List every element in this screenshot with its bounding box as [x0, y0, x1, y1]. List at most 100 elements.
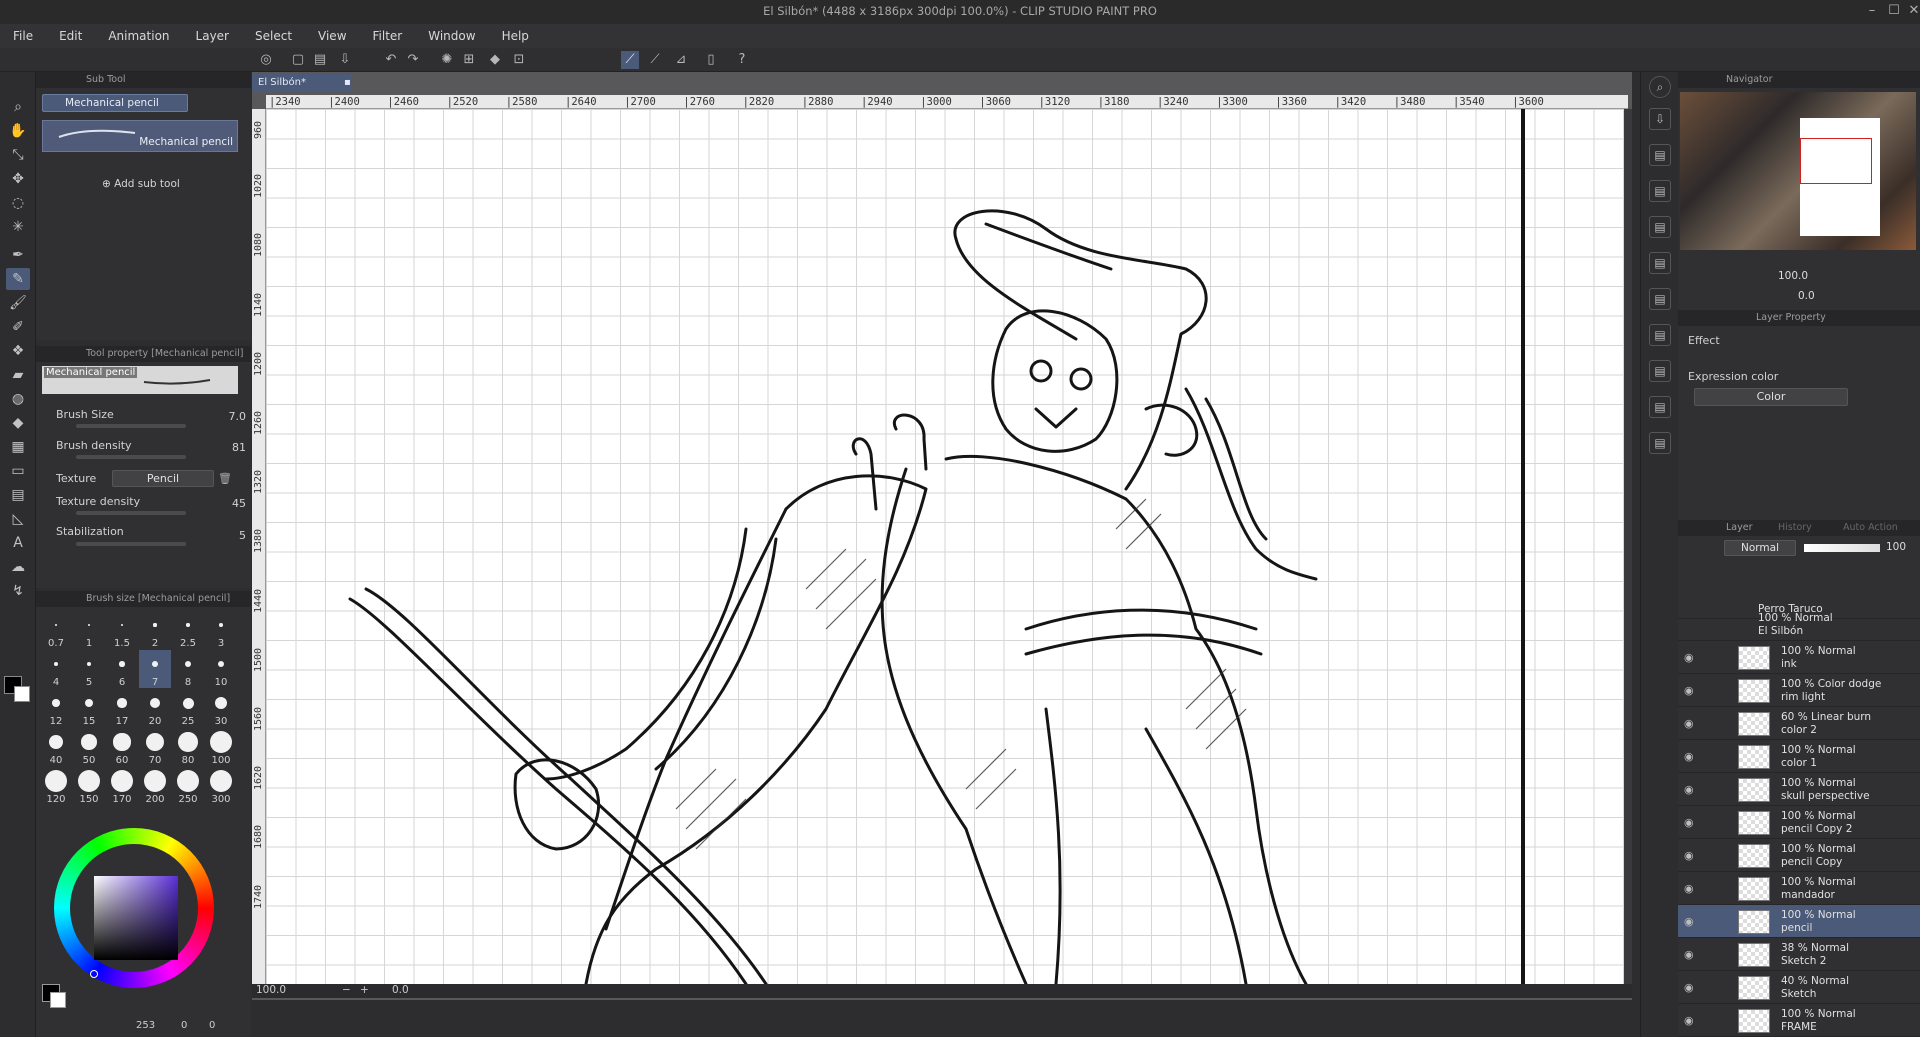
- new-file-icon[interactable]: ▢: [289, 51, 307, 69]
- brush-density-value[interactable]: 81: [186, 441, 246, 454]
- brush-size-150[interactable]: 150: [73, 767, 105, 805]
- opacity-slider[interactable]: [1804, 544, 1880, 552]
- brush-size-250[interactable]: 250: [172, 767, 204, 805]
- snap-grid-icon[interactable]: ⊿: [672, 51, 690, 69]
- sub-tool-group-mechanical-pencil[interactable]: Mechanical pencil: [42, 94, 188, 112]
- material-icon-5[interactable]: ▤: [1649, 288, 1671, 310]
- operation-icon[interactable]: ⤡: [6, 144, 30, 166]
- brush-size-6[interactable]: 6: [106, 650, 138, 688]
- menu-layer[interactable]: Layer: [183, 29, 242, 43]
- sub-tool-preset[interactable]: Mechanical pencil: [42, 120, 238, 152]
- brush-size-170[interactable]: 170: [106, 767, 138, 805]
- decoration-icon[interactable]: ❖: [6, 340, 30, 362]
- layer-row[interactable]: ◉ 100 % Normal FRAME: [1678, 1004, 1920, 1037]
- menu-window[interactable]: Window: [415, 29, 488, 43]
- navigator-rotation[interactable]: 0.0: [1798, 290, 1815, 302]
- layer-row[interactable]: ◉ 38 % Normal Sketch 2: [1678, 938, 1920, 971]
- brush-size-60[interactable]: 60: [106, 728, 138, 766]
- layer-row[interactable]: ◉ 100 % Normal ink: [1678, 641, 1920, 674]
- material-icon-8[interactable]: ▤: [1649, 396, 1671, 418]
- material-icon-6[interactable]: ▤: [1649, 324, 1671, 346]
- pencil-icon[interactable]: ✎: [6, 268, 30, 290]
- navigator-view-rect[interactable]: [1800, 138, 1872, 184]
- expression-color-select[interactable]: Color: [1694, 388, 1848, 406]
- zoom-plus-icon[interactable]: +: [360, 984, 369, 996]
- minimize-button[interactable]: –: [1862, 2, 1882, 20]
- eye-icon[interactable]: ◉: [1684, 816, 1694, 829]
- menu-animation[interactable]: Animation: [95, 29, 182, 43]
- menu-select[interactable]: Select: [242, 29, 305, 43]
- loading-icon[interactable]: ✺: [438, 51, 456, 69]
- stabilization-value[interactable]: 5: [186, 529, 246, 542]
- material-icon[interactable]: ▤: [1649, 144, 1671, 166]
- lasso-icon[interactable]: ◌: [6, 192, 30, 214]
- eye-icon[interactable]: ◉: [1684, 651, 1694, 664]
- frame-border-icon[interactable]: ▤: [6, 484, 30, 506]
- sub-color-swatch-small[interactable]: [50, 992, 66, 1008]
- texture-density-value[interactable]: 45: [186, 497, 246, 510]
- clip-studio-icon[interactable]: ◎: [257, 51, 275, 69]
- layer-row[interactable]: ◉ 100 % Normal mandador: [1678, 872, 1920, 905]
- menu-edit[interactable]: Edit: [46, 29, 95, 43]
- move-layer-icon[interactable]: ✥: [6, 168, 30, 190]
- material-icon-2[interactable]: ▤: [1649, 180, 1671, 202]
- menu-help[interactable]: Help: [489, 29, 542, 43]
- eye-icon[interactable]: ◉: [1684, 981, 1694, 994]
- stabilization-slider[interactable]: [76, 542, 186, 546]
- eye-icon[interactable]: ◉: [1684, 948, 1694, 961]
- eye-icon[interactable]: ◉: [1684, 1014, 1694, 1027]
- gradient-icon[interactable]: ▦: [6, 436, 30, 458]
- navigator-preview[interactable]: [1680, 92, 1916, 250]
- download-icon[interactable]: ⇩: [1649, 108, 1671, 130]
- rotation-value[interactable]: 0.0: [392, 984, 409, 996]
- brush-size-1[interactable]: 1: [73, 611, 105, 649]
- zoom-value[interactable]: 100.0: [256, 984, 286, 996]
- tab-layer[interactable]: Layer: [1726, 520, 1753, 536]
- tab-history[interactable]: History: [1778, 520, 1812, 536]
- snap-ruler-icon[interactable]: ⟋: [621, 51, 639, 69]
- airbrush-icon[interactable]: ✐: [6, 316, 30, 338]
- document-tab[interactable]: El Silbón* ▪: [252, 74, 352, 92]
- brush-size-2-5[interactable]: 2.5: [172, 611, 204, 649]
- brush-size-8[interactable]: 8: [172, 650, 204, 688]
- zoom-icon[interactable]: ⌕: [6, 96, 30, 118]
- layer-row[interactable]: ◉ 40 % Normal Sketch: [1678, 971, 1920, 1004]
- brush-size-30[interactable]: 30: [205, 689, 237, 727]
- eye-icon[interactable]: ◉: [1684, 882, 1694, 895]
- saturation-value-square[interactable]: [94, 876, 178, 960]
- brush-size-12[interactable]: 12: [40, 689, 72, 727]
- brush-size-17[interactable]: 17: [106, 689, 138, 727]
- material-icon-9[interactable]: ▤: [1649, 432, 1671, 454]
- brush-size-4[interactable]: 4: [40, 650, 72, 688]
- texture-select[interactable]: Pencil: [112, 470, 214, 487]
- hand-icon[interactable]: ✋: [6, 120, 30, 142]
- eye-icon[interactable]: ◉: [1684, 849, 1694, 862]
- opacity-value[interactable]: 100: [1886, 541, 1906, 553]
- pen-icon[interactable]: ✒: [6, 244, 30, 266]
- brush-density-slider[interactable]: [76, 455, 186, 459]
- correct-line-icon[interactable]: ↯: [6, 580, 30, 602]
- brush-size-25[interactable]: 25: [172, 689, 204, 727]
- brush-size-5[interactable]: 5: [73, 650, 105, 688]
- canvas-vertical-scrollbar[interactable]: [1624, 109, 1632, 984]
- navigator-zoom[interactable]: 100.0: [1778, 270, 1808, 282]
- material-icon-4[interactable]: ▤: [1649, 252, 1671, 274]
- brush-size-200[interactable]: 200: [139, 767, 171, 805]
- menu-filter[interactable]: Filter: [360, 29, 416, 43]
- brush-size-100[interactable]: 100: [205, 728, 237, 766]
- eye-icon[interactable]: ◉: [1684, 783, 1694, 796]
- maximize-button[interactable]: ☐: [1884, 2, 1904, 20]
- brush-size-70[interactable]: 70: [139, 728, 171, 766]
- brush-size-10[interactable]: 10: [205, 650, 237, 688]
- layer-row[interactable]: ◉ 100 % Normal pencil Copy: [1678, 839, 1920, 872]
- brush-size-300[interactable]: 300: [205, 767, 237, 805]
- save-icon[interactable]: ⇩: [336, 51, 354, 69]
- close-button[interactable]: ✕: [1904, 2, 1920, 20]
- blend-mode-select[interactable]: Normal: [1724, 540, 1796, 556]
- brush-size-15[interactable]: 15: [73, 689, 105, 727]
- eye-icon[interactable]: ◉: [1684, 717, 1694, 730]
- brush-size-0-7[interactable]: 0.7: [40, 611, 72, 649]
- brush-size-20[interactable]: 20: [139, 689, 171, 727]
- companion-icon[interactable]: ▯: [702, 51, 720, 69]
- color-picker-cursor[interactable]: [90, 970, 98, 978]
